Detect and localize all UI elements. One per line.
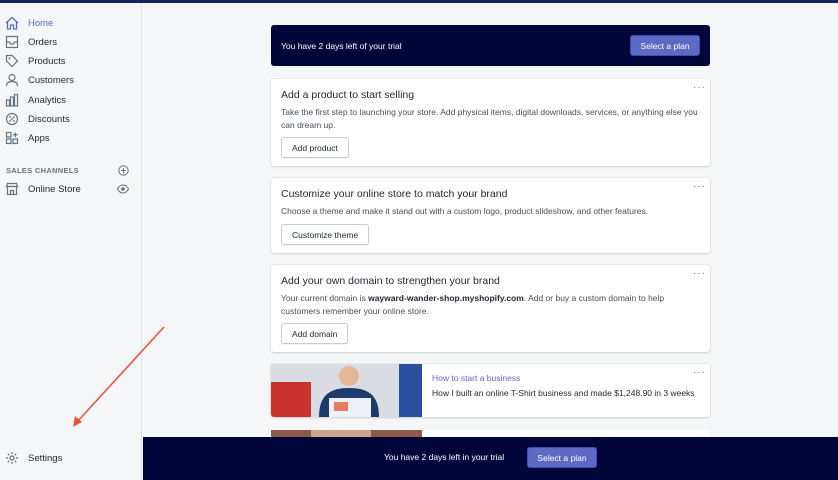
sidebar-item-online-store[interactable]: Online Store (0, 180, 142, 199)
sidebar-item-label: Products (28, 56, 66, 67)
sidebar-item-orders[interactable]: Orders (0, 33, 142, 52)
person-icon (5, 73, 19, 87)
add-product-card: Add a product to start selling ··· Take … (271, 79, 710, 166)
sidebar: Home Orders Products Customers Analytics… (0, 3, 142, 480)
sidebar-item-label: Online Store (28, 184, 81, 195)
sidebar-item-label: Discounts (28, 114, 70, 125)
card-title: Add a product to start selling (281, 89, 415, 101)
sidebar-item-label: Home (28, 18, 54, 29)
blog-card: How to start a business How I built an o… (271, 364, 710, 417)
card-title: Add your own domain to strengthen your b… (281, 275, 500, 287)
sidebar-item-label: Apps (28, 133, 50, 144)
card-title: Customize your online store to match you… (281, 188, 508, 200)
sidebar-item-customers[interactable]: Customers (0, 71, 142, 90)
add-product-button[interactable]: Add product (281, 137, 349, 158)
gear-icon (6, 452, 18, 464)
select-plan-button[interactable]: Select a plan (630, 35, 700, 56)
more-icon[interactable]: ··· (693, 367, 706, 378)
customize-theme-card: Customize your online store to match you… (271, 178, 710, 253)
more-icon[interactable]: ··· (693, 82, 706, 93)
sidebar-item-analytics[interactable]: Analytics (0, 91, 142, 110)
sidebar-item-apps[interactable]: Apps (0, 129, 142, 148)
customize-theme-button[interactable]: Customize theme (281, 224, 370, 245)
blog-image[interactable] (271, 364, 422, 417)
discount-icon (5, 112, 19, 126)
home-icon (5, 16, 19, 30)
sidebar-item-discounts[interactable]: Discounts (0, 110, 142, 129)
trial-banner: You have 2 days left of your trial Selec… (271, 25, 710, 66)
eye-icon[interactable] (117, 183, 129, 195)
card-description: Take the first step to launching your st… (281, 107, 698, 130)
blog-summary: How I built an online T-Shirt business a… (432, 388, 695, 398)
add-domain-card: Add your own domain to strengthen your b… (271, 265, 710, 352)
sales-channels-heading: SALES CHANNELS (6, 166, 79, 175)
select-plan-button-bottom[interactable]: Select a plan (527, 447, 597, 468)
store-icon (5, 182, 19, 196)
more-icon[interactable]: ··· (693, 268, 706, 279)
sidebar-item-label: Customers (28, 75, 74, 86)
sidebar-item-label: Analytics (28, 95, 67, 106)
tag-icon (5, 54, 19, 68)
card-description: Your current domain is wayward-wander-sh… (281, 292, 703, 317)
orders-icon (5, 35, 19, 49)
current-domain: wayward-wander-shop.myshopify.com (368, 293, 524, 303)
sidebar-item-settings[interactable]: Settings (0, 449, 142, 468)
apps-icon (5, 131, 19, 145)
blog-link[interactable]: How to start a business (432, 373, 520, 383)
bottom-trial-text: You have 2 days left in your trial (384, 452, 505, 462)
domain-desc-prefix: Your current domain is (281, 293, 369, 303)
main-content: You have 2 days left of your trial Selec… (143, 3, 838, 480)
more-icon[interactable]: ··· (693, 181, 706, 192)
bar-chart-icon (5, 93, 19, 107)
sidebar-item-label: Settings (28, 453, 63, 464)
add-domain-button[interactable]: Add domain (281, 323, 349, 344)
card-description: Choose a theme and make it stand out wit… (281, 206, 649, 216)
add-channel-icon[interactable] (118, 165, 129, 176)
sidebar-item-home[interactable]: Home (0, 14, 142, 33)
bottom-trial-bar: You have 2 days left in your trial Selec… (143, 437, 838, 480)
trial-banner-text: You have 2 days left of your trial (281, 41, 402, 51)
sidebar-item-products[interactable]: Products (0, 52, 142, 71)
sidebar-item-label: Orders (28, 37, 58, 48)
